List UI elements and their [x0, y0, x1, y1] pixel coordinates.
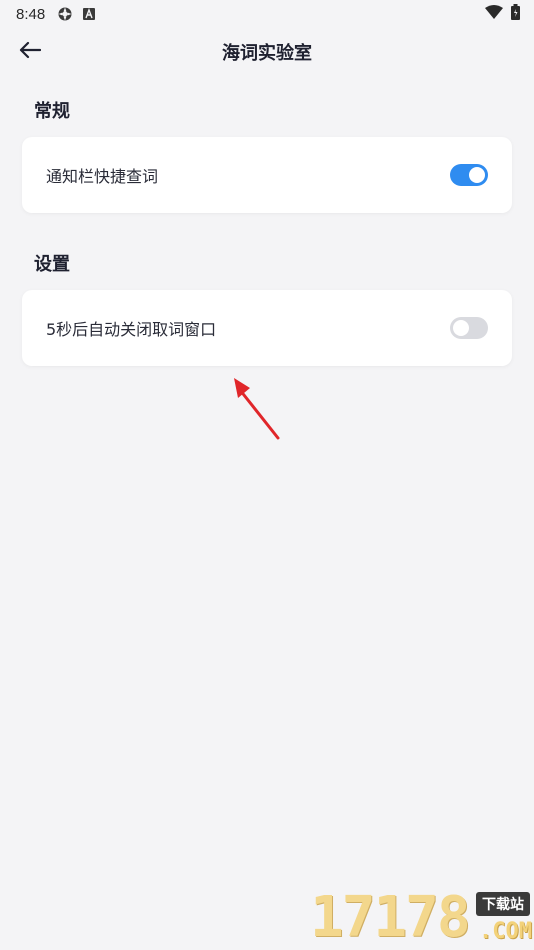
watermark-digits: 17178 — [310, 885, 471, 950]
watermark-badge: 下载站 — [476, 892, 530, 916]
watermark-logo: 17178 下载站 .COM — [310, 885, 534, 950]
toggle-knob — [469, 167, 485, 183]
watermark-suffix: .COM — [479, 919, 532, 944]
toggle-knob — [453, 320, 469, 336]
status-right-icons — [485, 4, 520, 24]
section-header-general: 常规 — [34, 101, 70, 122]
setting-label-notification-lookup: 通知栏快捷查词 — [46, 167, 159, 186]
page-title: 海词实验室 — [222, 43, 312, 64]
battery-icon — [511, 4, 520, 24]
auto-close-toggle[interactable] — [450, 317, 488, 339]
setting-row-notification-lookup[interactable]: 通知栏快捷查词 — [22, 137, 512, 213]
annotation-arrow-icon — [226, 372, 286, 448]
back-button[interactable] — [14, 36, 46, 68]
wifi-icon — [485, 5, 503, 23]
status-bar: 8:48 — [0, 0, 534, 28]
app-a-icon — [83, 8, 96, 20]
section-header-settings: 设置 — [34, 254, 70, 275]
setting-label-auto-close: 5秒后自动关闭取词窗口 — [46, 320, 217, 339]
app-bar: 海词实验室 — [0, 30, 534, 74]
setting-row-auto-close[interactable]: 5秒后自动关闭取词窗口 — [22, 290, 512, 366]
settings-icon — [57, 6, 73, 22]
notification-lookup-toggle[interactable] — [450, 164, 488, 186]
back-arrow-icon — [19, 41, 42, 63]
status-time: 8:48 — [16, 5, 46, 23]
